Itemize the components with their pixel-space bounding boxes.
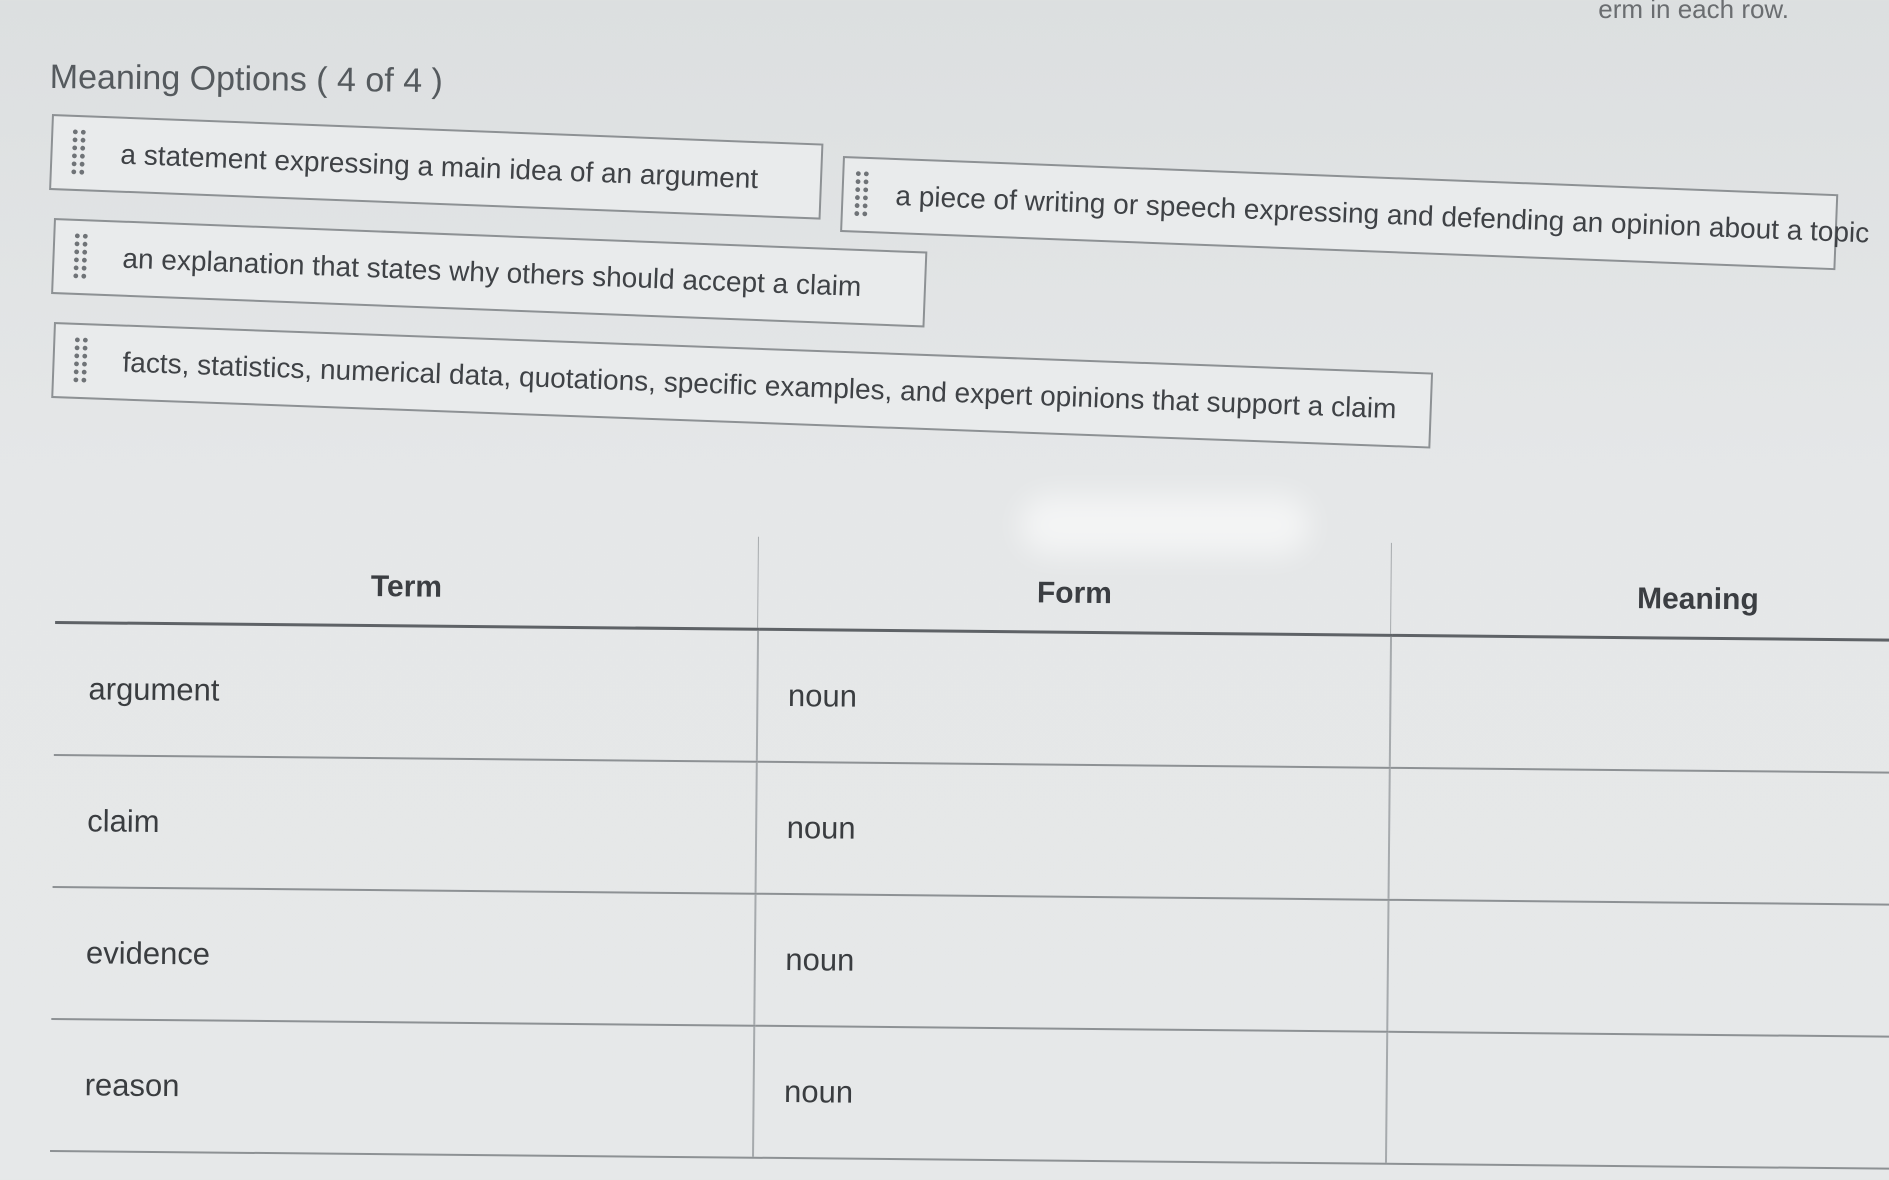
meaning-drop-zone-cell[interactable] xyxy=(1389,635,1889,773)
meaning-option-card[interactable]: a piece of writing or speech expressing … xyxy=(840,156,1870,271)
term-matching-table: Term Form Meaning argument noun claim no… xyxy=(50,530,1889,1170)
instruction-text: erm in each row. xyxy=(1598,0,1789,24)
form-cell: noun xyxy=(753,893,1389,1032)
meaning-drop-zone[interactable] xyxy=(1389,902,1889,1035)
term-cell: claim xyxy=(52,754,757,894)
form-cell: noun xyxy=(756,629,1391,768)
meaning-option-label: a piece of writing or speech expressing … xyxy=(894,180,1870,249)
table-row: argument noun xyxy=(53,622,1889,773)
meaning-option-label: an explanation that states why others sh… xyxy=(121,242,862,303)
drag-handle-icon[interactable] xyxy=(64,230,98,283)
meaning-drop-zone[interactable] xyxy=(1391,638,1889,771)
meaning-option-card[interactable]: a statement expressing a main idea of an… xyxy=(49,114,824,220)
column-header-meaning: Meaning xyxy=(1390,542,1889,641)
meaning-drop-zone-cell[interactable] xyxy=(1385,1031,1889,1169)
meaning-option-label: a statement expressing a main idea of an… xyxy=(119,138,759,195)
drag-handle-icon[interactable] xyxy=(853,168,871,221)
table-row: reason noun xyxy=(50,1018,1889,1169)
table-row: claim noun xyxy=(52,754,1889,905)
meaning-drop-zone[interactable] xyxy=(1390,770,1889,903)
term-cell: argument xyxy=(53,622,758,762)
term-cell: evidence xyxy=(51,886,756,1026)
meaning-option-card[interactable]: facts, statistics, numerical data, quota… xyxy=(51,322,1434,449)
form-cell: noun xyxy=(755,761,1390,900)
column-header-form: Form xyxy=(757,536,1392,636)
options-panel-title: Meaning Options ( 4 of 4 ) xyxy=(49,58,444,101)
drag-handle-icon[interactable] xyxy=(64,334,98,387)
column-header-term: Term xyxy=(55,530,759,630)
meaning-option-card[interactable]: an explanation that states why others sh… xyxy=(51,218,928,328)
table-row: evidence noun xyxy=(51,886,1889,1037)
meaning-drop-zone-cell[interactable] xyxy=(1388,767,1889,905)
meaning-drop-zone-cell[interactable] xyxy=(1386,899,1889,1037)
drag-handle-icon[interactable] xyxy=(62,126,96,179)
table-header-row: Term Form Meaning xyxy=(55,530,1889,641)
form-cell: noun xyxy=(752,1025,1387,1164)
meaning-option-label: facts, statistics, numerical data, quota… xyxy=(122,346,1397,425)
term-cell: reason xyxy=(50,1018,754,1158)
meaning-drop-zone[interactable] xyxy=(1387,1034,1889,1167)
